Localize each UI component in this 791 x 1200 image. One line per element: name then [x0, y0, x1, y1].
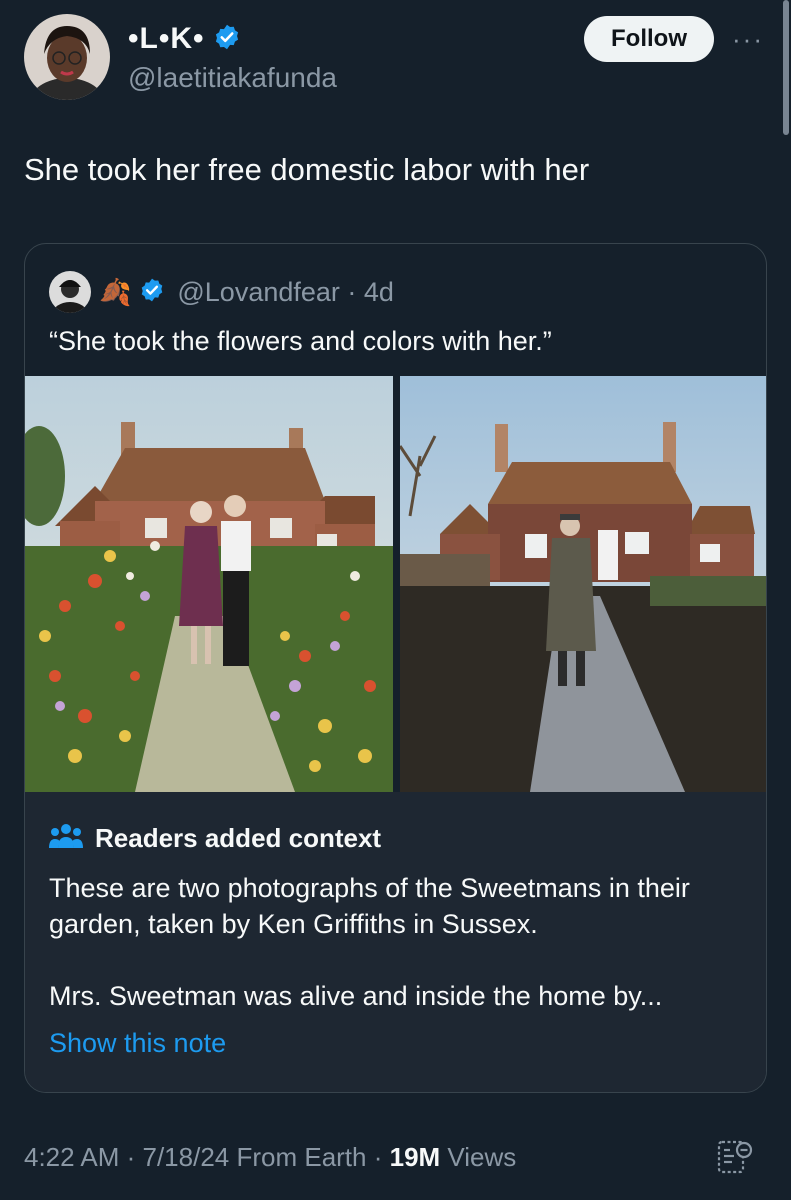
show-note-link[interactable]: Show this note	[49, 1028, 226, 1059]
photo-garden-with-flowers[interactable]	[25, 376, 393, 792]
author-display-name[interactable]: •L•K•	[128, 22, 205, 56]
verified-badge-icon	[213, 23, 241, 56]
quoted-handle-time[interactable]: @Lovandfear · 4d	[177, 277, 394, 308]
author-handle[interactable]: @laetitiakafunda	[128, 62, 337, 94]
community-note[interactable]: Readers added context These are two phot…	[25, 792, 766, 1092]
tweet-text: She took her free domestic labor with he…	[24, 152, 590, 187]
more-icon[interactable]: ···	[726, 24, 770, 54]
bookmark-icon[interactable]	[714, 1138, 754, 1178]
views-count: 19M	[389, 1142, 441, 1172]
community-note-paragraph: These are two photographs of the Sweetma…	[49, 873, 690, 939]
quoted-tweet-card[interactable]: 🍂 @Lovandfear · 4d “She took the flowers…	[24, 243, 767, 1093]
community-note-body: These are two photographs of the Sweetma…	[49, 870, 739, 1050]
author-avatar[interactable]	[24, 14, 110, 100]
verified-badge-icon	[139, 277, 165, 308]
scrollbar[interactable]	[783, 0, 789, 135]
follow-button[interactable]: Follow	[584, 16, 714, 62]
quoted-text: “She took the flowers and colors with he…	[49, 326, 552, 356]
views-label: Views	[440, 1142, 517, 1172]
community-note-title: Readers added context	[95, 823, 382, 853]
community-note-header: Readers added context	[49, 822, 381, 855]
quoted-avatar[interactable]	[49, 271, 91, 313]
people-icon	[49, 822, 83, 855]
author-name-row[interactable]: •L•K•	[128, 22, 241, 56]
tweet-meta: 4:22 AM · 7/18/24 From Earth · 19M Views	[24, 1142, 516, 1173]
community-note-paragraph: Mrs. Sweetman was alive and inside the h…	[49, 981, 663, 1011]
leaf-emoji: 🍂	[99, 276, 132, 307]
photo-bare-garden[interactable]	[400, 376, 766, 792]
tweet-timestamp[interactable]: 4:22 AM · 7/18/24 From Earth ·	[24, 1142, 390, 1172]
quoted-header: 🍂 @Lovandfear · 4d	[49, 271, 394, 313]
